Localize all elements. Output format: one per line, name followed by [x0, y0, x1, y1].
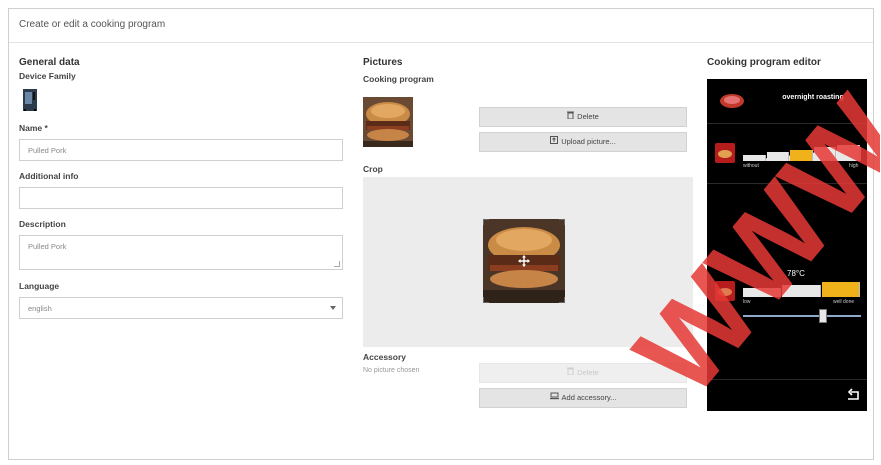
editor-title: Cooking program editor — [707, 57, 821, 68]
dialog-frame: Create or edit a cooking program General… — [8, 8, 874, 460]
roast-meat-icon[interactable] — [719, 93, 745, 111]
doneness-segment[interactable] — [821, 282, 860, 297]
browning-segment[interactable] — [790, 149, 813, 161]
language-value: english — [28, 304, 52, 313]
core-temperature-slider[interactable] — [743, 309, 861, 323]
add-accessory-label: Add accessory... — [561, 393, 617, 402]
browning-segment[interactable] — [743, 154, 766, 161]
doneness-segment[interactable] — [743, 288, 782, 297]
delete-accessory-button[interactable]: Delete — [479, 363, 687, 383]
add-accessory-button[interactable]: Add accessory... — [479, 388, 687, 408]
tray-icon — [549, 389, 559, 407]
pictures-section: Pictures Cooking program Delete Upload p… — [363, 57, 693, 408]
doneness-low-label: low — [743, 299, 751, 305]
browning-high-label: high — [849, 163, 859, 169]
no-picture-text: No picture chosen — [363, 367, 420, 374]
return-arrow-icon[interactable] — [845, 387, 861, 405]
mode-label: overnight roasting — [782, 94, 844, 101]
crop-handle-bottom-left[interactable] — [483, 297, 489, 303]
doneness-level-bar[interactable] — [743, 279, 861, 297]
browning-icon[interactable] — [715, 143, 735, 165]
editor-panel: overnight roasting without high 78°C low… — [707, 79, 867, 411]
doneness-segment[interactable] — [782, 285, 821, 297]
upload-picture-label: Upload picture... — [561, 137, 616, 146]
crop-handle-bottom-right[interactable] — [559, 297, 565, 303]
crop-handle-top-right[interactable] — [559, 219, 565, 225]
crop-area[interactable] — [363, 177, 693, 347]
slider-thumb[interactable] — [819, 309, 827, 323]
language-label: Language — [19, 281, 60, 291]
delete-picture-button[interactable]: Delete — [479, 107, 687, 127]
name-input[interactable]: Pulled Pork — [19, 139, 343, 161]
upload-picture-button[interactable]: Upload picture... — [479, 132, 687, 152]
delete-accessory-label: Delete — [577, 368, 599, 377]
browning-segment[interactable] — [837, 145, 860, 161]
divider — [707, 123, 867, 124]
general-data-section: General data Device Family Name * Pulled… — [19, 57, 343, 319]
description-textarea[interactable]: Pulled Pork — [19, 235, 343, 270]
delete-picture-label: Delete — [577, 112, 599, 121]
core-temperature-icon[interactable] — [715, 281, 735, 303]
additional-info-input[interactable] — [19, 187, 343, 209]
device-family-label: Device Family — [19, 71, 76, 81]
general-data-title: General data — [19, 57, 80, 68]
divider — [707, 379, 867, 380]
crop-label: Crop — [363, 164, 383, 174]
divider — [707, 183, 867, 184]
crop-selection[interactable] — [483, 219, 565, 303]
cooking-program-editor: Cooking program editor overnight roastin… — [707, 57, 867, 417]
doneness-high-label: well done — [833, 299, 855, 305]
accessory-label: Accessory — [363, 352, 407, 362]
name-label: Name * — [19, 123, 48, 133]
browning-segment[interactable] — [813, 147, 837, 161]
resize-grip-icon[interactable] — [334, 261, 340, 267]
browning-segment[interactable] — [766, 152, 790, 161]
browning-level-bar[interactable] — [743, 145, 861, 165]
language-select[interactable]: english — [19, 297, 343, 319]
additional-info-label: Additional info — [19, 171, 79, 181]
pictures-title: Pictures — [363, 57, 403, 68]
temperature-readout: 78°C — [787, 269, 805, 278]
upload-icon — [550, 133, 559, 151]
browning-low-label: without — [743, 163, 759, 169]
cooking-program-thumbnail — [363, 97, 413, 147]
dialog-title: Create or edit a cooking program — [9, 9, 873, 43]
trash-icon — [567, 364, 575, 382]
description-label: Description — [19, 219, 66, 229]
chevron-down-icon — [330, 306, 336, 310]
crop-handle-top-left[interactable] — [483, 219, 489, 225]
combi-oven-icon[interactable] — [23, 89, 37, 111]
cooking-program-label: Cooking program — [363, 74, 434, 84]
trash-icon — [567, 108, 575, 126]
move-cross-icon[interactable] — [518, 255, 530, 269]
description-text: Pulled Pork — [28, 242, 67, 251]
